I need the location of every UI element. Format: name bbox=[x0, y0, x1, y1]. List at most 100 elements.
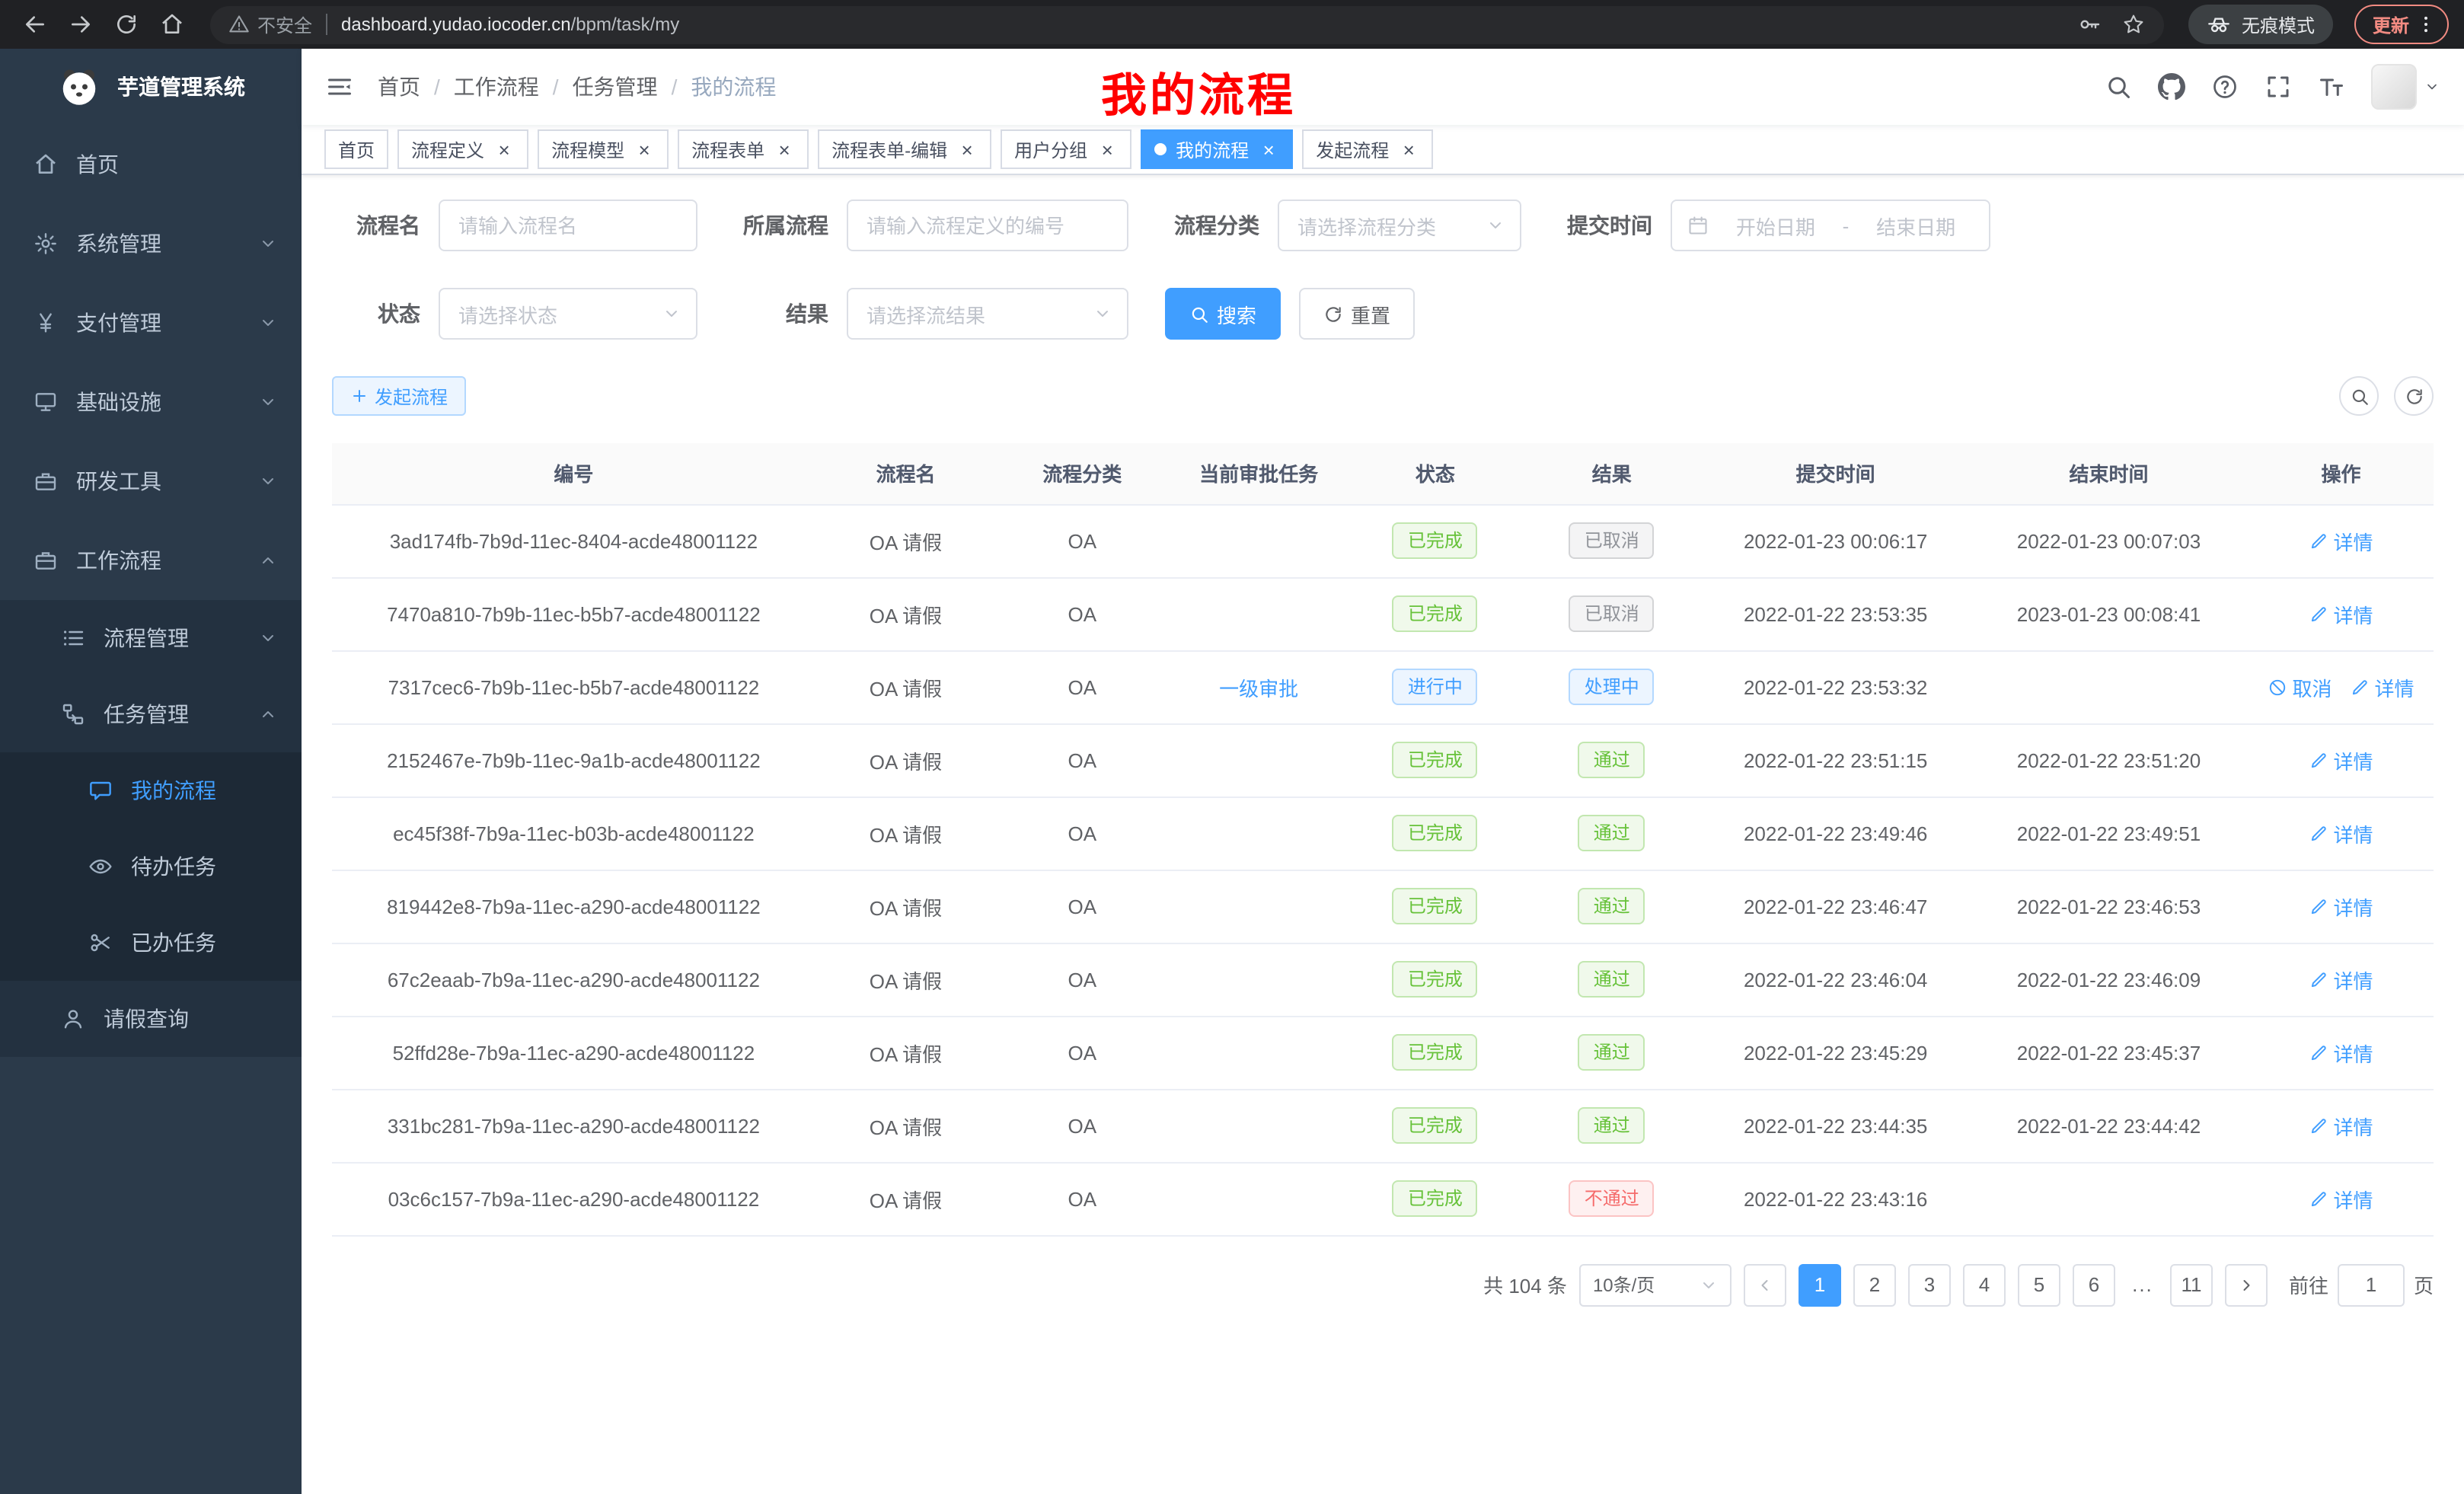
col-header-status: 状态 bbox=[1349, 443, 1521, 504]
detail-link[interactable]: 详情 bbox=[2309, 965, 2373, 994]
status-badge: 已完成 bbox=[1393, 815, 1478, 851]
result-badge: 通过 bbox=[1578, 815, 1645, 851]
scissors-icon bbox=[88, 931, 113, 955]
hamburger-icon bbox=[326, 73, 353, 101]
tab-process-form-edit[interactable]: 流程表单-编辑× bbox=[818, 129, 991, 169]
detail-link[interactable]: 详情 bbox=[2309, 526, 2373, 555]
status-select[interactable]: 请选择状态 bbox=[439, 288, 697, 340]
address-bar[interactable]: 不安全 dashboard.yudao.iocoder.cn/bpm/task/… bbox=[210, 5, 2164, 43]
key-icon[interactable] bbox=[2077, 12, 2102, 37]
back-button[interactable] bbox=[15, 5, 55, 44]
tab-close-icon[interactable]: × bbox=[493, 139, 515, 160]
sidebar-item-process-management[interactable]: 流程管理 bbox=[0, 600, 302, 676]
process-definition-input[interactable] bbox=[847, 200, 1128, 251]
refresh-table-button[interactable] bbox=[2394, 376, 2434, 416]
bookmark-star-icon[interactable] bbox=[2121, 12, 2146, 37]
reload-button[interactable] bbox=[107, 5, 146, 44]
header-search-button[interactable] bbox=[2105, 73, 2132, 101]
next-page-button[interactable] bbox=[2225, 1263, 2268, 1306]
sidebar-item-todo-task[interactable]: 待办任务 bbox=[0, 828, 302, 905]
detail-link[interactable]: 详情 bbox=[2309, 1111, 2373, 1140]
tab-create-process[interactable]: 发起流程× bbox=[1302, 129, 1433, 169]
sidebar-item-done-task[interactable]: 已办任务 bbox=[0, 905, 302, 981]
browser-home-button[interactable] bbox=[152, 5, 192, 44]
tab-label: 流程表单 bbox=[691, 136, 764, 162]
sidebar-item-payment[interactable]: 支付管理 bbox=[0, 283, 302, 362]
detail-link[interactable]: 详情 bbox=[2309, 892, 2373, 921]
detail-link[interactable]: 详情 bbox=[2309, 599, 2373, 628]
detail-link[interactable]: 详情 bbox=[2309, 745, 2373, 774]
page-button-1[interactable]: 1 bbox=[1799, 1263, 1841, 1306]
tab-process-model[interactable]: 流程模型× bbox=[538, 129, 669, 169]
chevron-up-icon bbox=[259, 705, 277, 723]
cancel-link[interactable]: 取消 bbox=[2268, 672, 2332, 701]
page-button-5[interactable]: 5 bbox=[2018, 1263, 2060, 1306]
goto-page-input[interactable] bbox=[2338, 1263, 2405, 1306]
sidebar-item-system[interactable]: 系统管理 bbox=[0, 204, 302, 283]
sidebar-item-task-management[interactable]: 任务管理 bbox=[0, 676, 302, 752]
prev-page-button[interactable] bbox=[1744, 1263, 1786, 1306]
category-select[interactable]: 请选择流程分类 bbox=[1278, 200, 1521, 251]
sidebar-item-infrastructure[interactable]: 基础设施 bbox=[0, 362, 302, 442]
detail-link[interactable]: 详情 bbox=[2309, 1038, 2373, 1067]
page-button-2[interactable]: 2 bbox=[1853, 1263, 1896, 1306]
cell-current-task bbox=[1168, 577, 1348, 650]
process-name-input[interactable] bbox=[439, 200, 697, 251]
sidebar-item-my-process[interactable]: 我的流程 bbox=[0, 752, 302, 828]
help-button[interactable] bbox=[2211, 73, 2239, 101]
cell-status: 已完成 bbox=[1349, 1016, 1521, 1089]
detail-link[interactable]: 详情 bbox=[2309, 1184, 2373, 1213]
app-logo[interactable]: 芋道管理系统 bbox=[0, 49, 302, 125]
forward-button[interactable] bbox=[61, 5, 101, 44]
search-button[interactable]: 搜索 bbox=[1165, 288, 1281, 340]
tab-close-icon[interactable]: × bbox=[1398, 139, 1419, 160]
fullscreen-button[interactable] bbox=[2265, 73, 2292, 101]
breadcrumb-item-home[interactable]: 首页 bbox=[378, 72, 420, 102]
toggle-search-button[interactable] bbox=[2339, 376, 2379, 416]
sidebar-item-devtools[interactable]: 研发工具 bbox=[0, 442, 302, 521]
reset-button[interactable]: 重置 bbox=[1299, 288, 1415, 340]
detail-link[interactable]: 详情 bbox=[2351, 672, 2415, 701]
tab-close-icon[interactable]: × bbox=[956, 139, 978, 160]
font-size-button[interactable] bbox=[2318, 73, 2345, 101]
tab-user-group[interactable]: 用户分组× bbox=[1001, 129, 1131, 169]
font-size-icon bbox=[2318, 73, 2345, 101]
user-menu[interactable] bbox=[2371, 64, 2440, 110]
breadcrumb-item-workflow[interactable]: 工作流程 bbox=[454, 72, 539, 102]
cell-id: 3ad174fb-7b9d-11ec-8404-acde48001122 bbox=[332, 504, 815, 577]
sidebar-toggle-button[interactable] bbox=[302, 49, 378, 125]
page-size-select[interactable]: 10条/页 bbox=[1579, 1263, 1732, 1306]
tab-close-icon[interactable]: × bbox=[1258, 139, 1279, 160]
current-task-link[interactable]: 一级审批 bbox=[1219, 672, 1298, 701]
sidebar-item-home[interactable]: 首页 bbox=[0, 125, 302, 204]
create-process-button[interactable]: 发起流程 bbox=[332, 376, 466, 416]
table-row: 7317cec6-7b9b-11ec-b5b7-acde48001122OA 请… bbox=[332, 650, 2434, 723]
table-row: 03c6c157-7b9a-11ec-a290-acde48001122OA 请… bbox=[332, 1162, 2434, 1235]
tab-close-icon[interactable]: × bbox=[1096, 139, 1118, 160]
result-select[interactable]: 请选择流结果 bbox=[847, 288, 1128, 340]
page-button-6[interactable]: 6 bbox=[2073, 1263, 2115, 1306]
update-menu-button[interactable]: 更新 bbox=[2354, 5, 2449, 44]
cell-current-task bbox=[1168, 723, 1348, 796]
tab-process-definition[interactable]: 流程定义× bbox=[397, 129, 528, 169]
sidebar-item-workflow[interactable]: 工作流程 bbox=[0, 521, 302, 600]
filter-label-definition: 所属流程 bbox=[734, 210, 828, 241]
tab-process-form[interactable]: 流程表单 × bbox=[678, 129, 809, 169]
detail-link[interactable]: 详情 bbox=[2309, 819, 2373, 848]
tab-home[interactable]: 首页 bbox=[324, 129, 388, 169]
tab-close-icon[interactable]: × bbox=[774, 139, 795, 160]
cell-status: 已完成 bbox=[1349, 1162, 1521, 1235]
security-badge[interactable]: 不安全 bbox=[228, 11, 312, 37]
page-button-11[interactable]: 11 bbox=[2170, 1263, 2213, 1306]
sidebar-item-leave-query[interactable]: 请假查询 bbox=[0, 981, 302, 1057]
tab-my-process[interactable]: 我的流程× bbox=[1141, 129, 1293, 169]
page-button-3[interactable]: 3 bbox=[1908, 1263, 1951, 1306]
page-ellipsis[interactable]: ... bbox=[2127, 1273, 2158, 1296]
result-badge: 通过 bbox=[1578, 961, 1645, 998]
tab-close-icon[interactable]: × bbox=[634, 139, 655, 160]
cell-result: 已取消 bbox=[1521, 504, 1702, 577]
page-button-4[interactable]: 4 bbox=[1963, 1263, 2006, 1306]
github-link[interactable] bbox=[2158, 73, 2185, 101]
submit-time-range-picker[interactable]: 开始日期 - 结束日期 bbox=[1671, 200, 1990, 251]
breadcrumb-item-task-management[interactable]: 任务管理 bbox=[573, 72, 658, 102]
